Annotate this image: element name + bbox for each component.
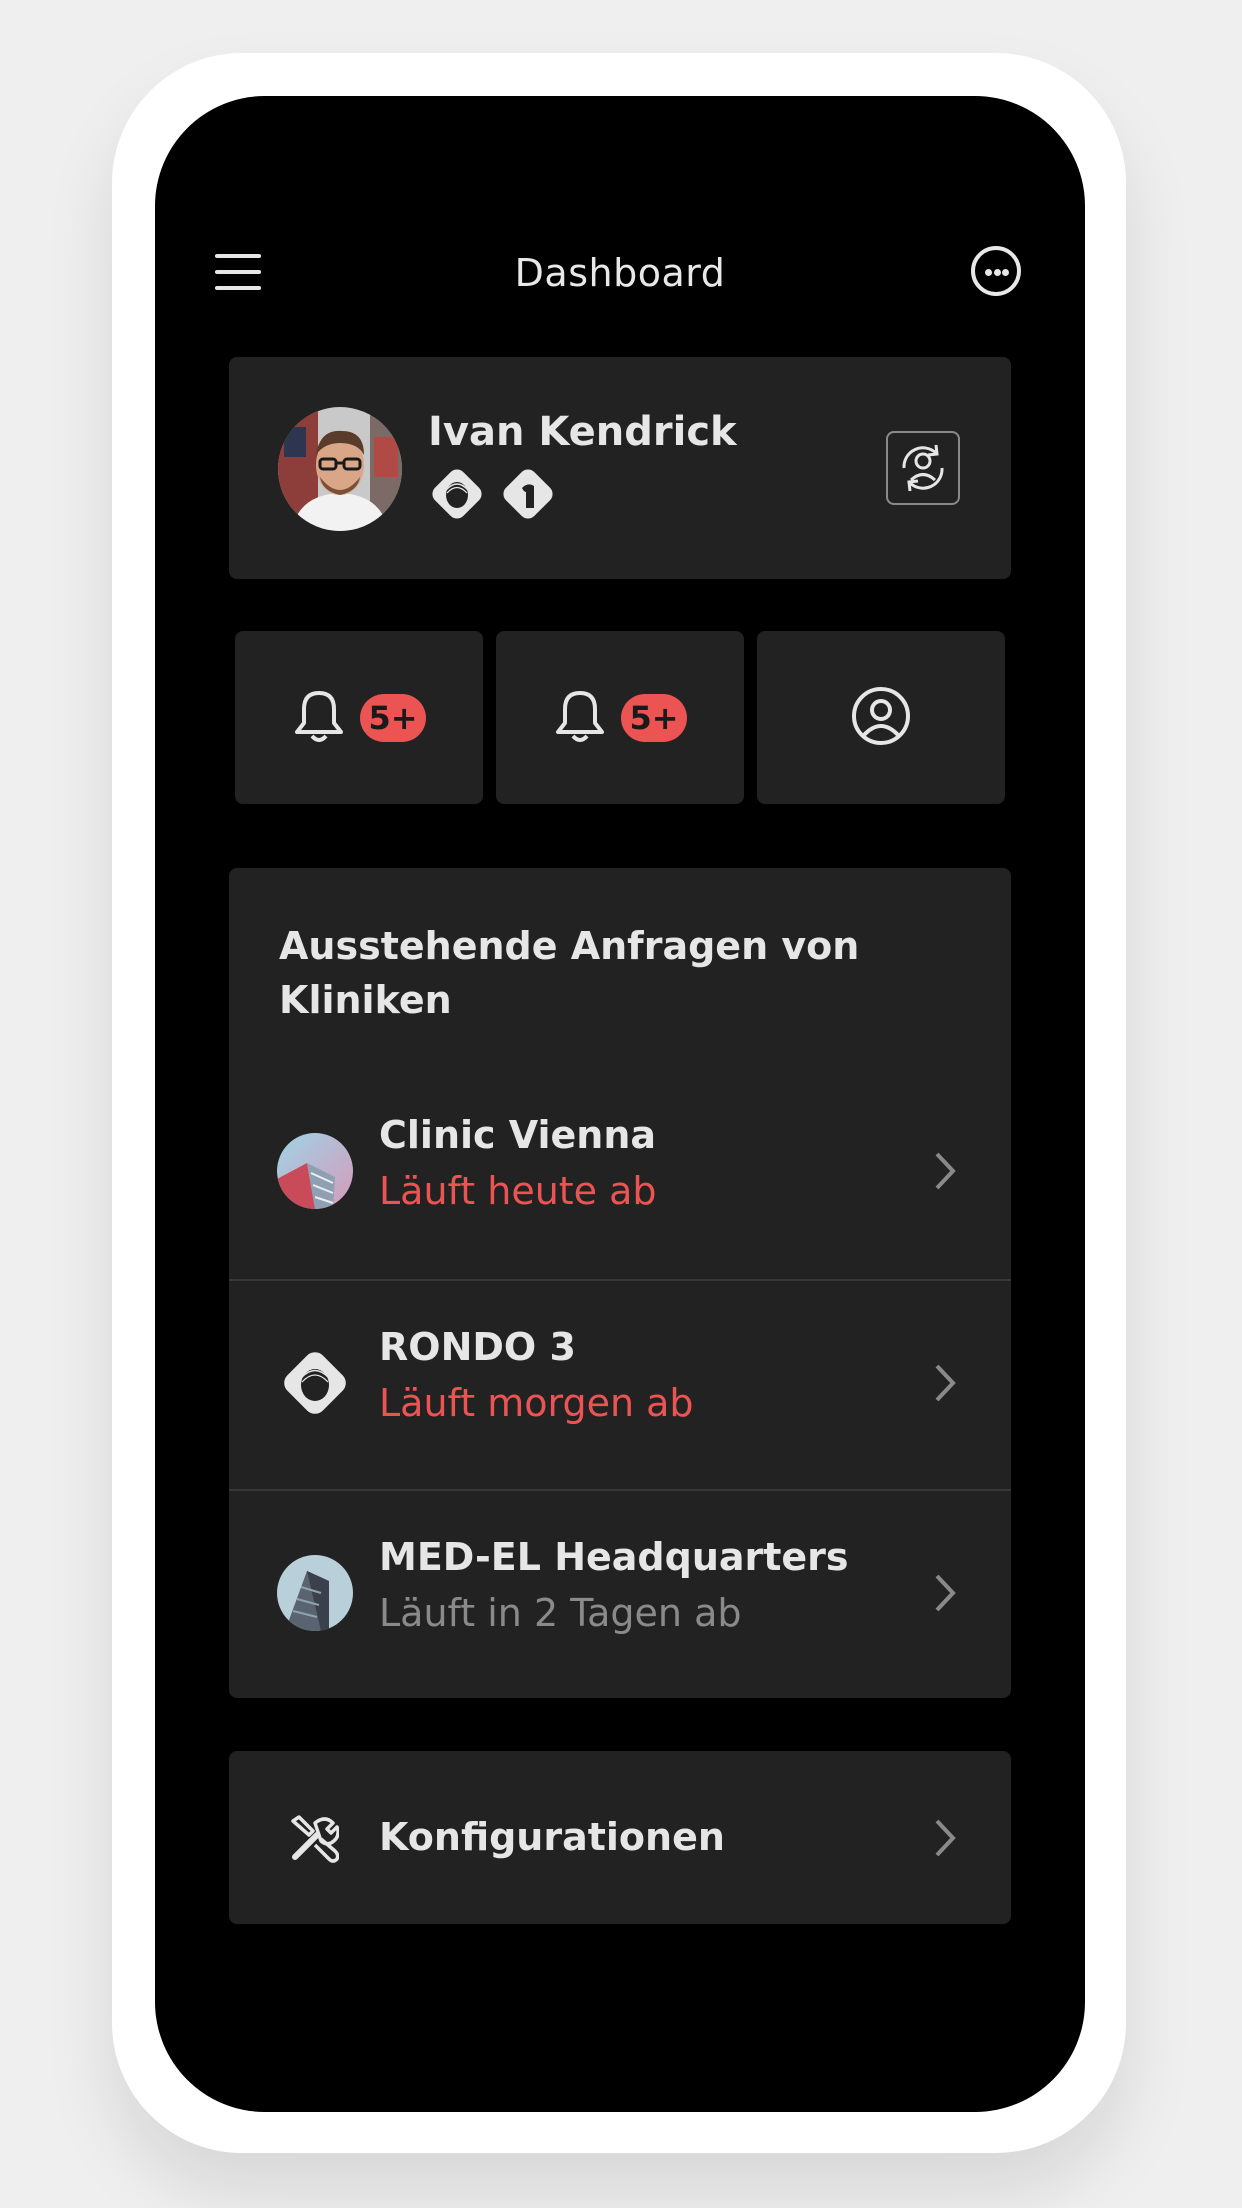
tools-icon bbox=[287, 1813, 340, 1865]
configurations-row[interactable]: Konfigurationen bbox=[229, 1751, 1011, 1924]
chevron-right-icon bbox=[932, 1817, 958, 1859]
request-name: RONDO 3 bbox=[379, 1325, 576, 1369]
chevron-right-icon bbox=[932, 1572, 958, 1614]
profile-card[interactable]: Ivan Kendrick bbox=[229, 357, 1011, 579]
user-name: Ivan Kendrick bbox=[428, 409, 737, 455]
page-title: Dashboard bbox=[514, 251, 726, 295]
rondo-device-icon bbox=[427, 464, 487, 524]
section-title: Ausstehende Anfragen von Kliniken bbox=[279, 924, 860, 1022]
app-screen: Dashboard Ivan Kendrick 5+ 5+ Ausstehend… bbox=[155, 96, 1085, 2112]
rondo-device-icon bbox=[277, 1345, 353, 1421]
chevron-right-icon bbox=[932, 1362, 958, 1404]
notification-count-badge: 5+ bbox=[360, 693, 426, 742]
clinic-vienna-image bbox=[277, 1133, 353, 1209]
more-options-icon[interactable] bbox=[971, 246, 1021, 296]
bell-icon bbox=[292, 687, 346, 749]
request-status: Läuft heute ab bbox=[379, 1169, 657, 1213]
user-circle-icon bbox=[850, 685, 912, 751]
avatar bbox=[278, 407, 402, 531]
request-row-clinic-vienna[interactable]: Clinic Vienna Läuft heute ab bbox=[229, 1069, 1011, 1279]
bell-icon bbox=[553, 687, 607, 749]
med-el-headquarters-image bbox=[277, 1555, 353, 1631]
request-name: MED-EL Headquarters bbox=[379, 1535, 849, 1579]
pending-requests-card: Ausstehende Anfragen von Kliniken Clinic… bbox=[229, 868, 1011, 1698]
notifications-tile-2[interactable]: 5+ bbox=[496, 631, 744, 804]
notifications-tile-1[interactable]: 5+ bbox=[235, 631, 483, 804]
request-name: Clinic Vienna bbox=[379, 1113, 657, 1157]
chevron-right-icon bbox=[932, 1150, 958, 1192]
notification-count-badge: 5+ bbox=[621, 693, 687, 742]
switch-user-icon[interactable] bbox=[886, 431, 960, 505]
request-row-rondo-3[interactable]: RONDO 3 Läuft morgen ab bbox=[229, 1279, 1011, 1491]
configurations-label: Konfigurationen bbox=[379, 1815, 725, 1859]
top-bar: Dashboard bbox=[155, 228, 1085, 318]
request-status: Läuft morgen ab bbox=[379, 1381, 694, 1425]
request-status: Läuft in 2 Tagen ab bbox=[379, 1591, 742, 1635]
request-row-med-el-headquarters[interactable]: MED-EL Headquarters Läuft in 2 Tagen ab bbox=[229, 1489, 1011, 1698]
implant-device-icon bbox=[498, 464, 558, 524]
profile-tile[interactable] bbox=[757, 631, 1005, 804]
